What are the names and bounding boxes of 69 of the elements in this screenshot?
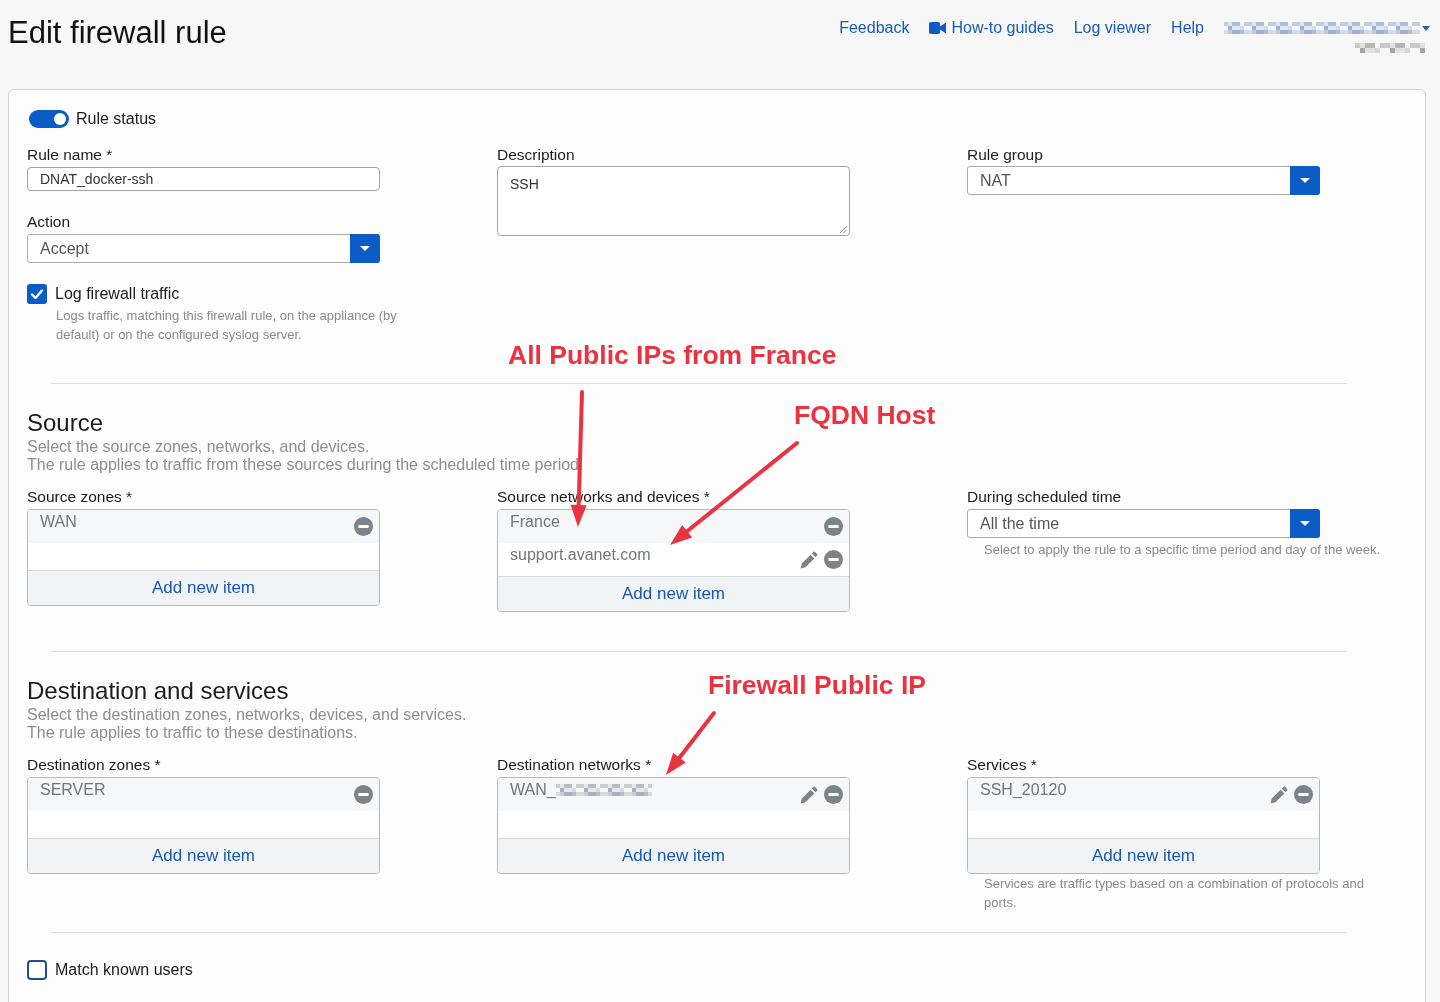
item-text: support.avanet.com bbox=[510, 545, 651, 565]
add-item-button[interactable]: Add new item bbox=[28, 570, 379, 605]
caret-down-icon[interactable] bbox=[1422, 25, 1430, 31]
toggle-switch[interactable] bbox=[29, 110, 69, 128]
minus-circle-icon[interactable] bbox=[824, 785, 843, 804]
minus-circle-icon[interactable] bbox=[354, 517, 373, 536]
header-link[interactable]: Help bbox=[1171, 18, 1204, 38]
field-label: During scheduled time bbox=[967, 487, 1122, 507]
minus-circle-icon[interactable] bbox=[354, 785, 373, 804]
list-row[interactable]: SSH_20120 bbox=[968, 778, 1319, 811]
section-description: The rule applies to traffic to these destinations. bbox=[27, 724, 358, 742]
select-field[interactable]: NAT bbox=[967, 166, 1320, 195]
field-label: Rule name * bbox=[27, 145, 113, 165]
page-title: Edit firewall rule bbox=[7, 14, 227, 51]
header-link[interactable]: How-to guides bbox=[929, 18, 1054, 38]
field-label: Description bbox=[497, 145, 575, 165]
caret-down-icon[interactable] bbox=[1290, 509, 1320, 538]
field-label: Services * bbox=[967, 755, 1037, 775]
list-row[interactable]: France bbox=[498, 510, 849, 543]
resize-grip-icon[interactable] bbox=[839, 225, 847, 233]
text-area-field[interactable]: SSH bbox=[497, 166, 850, 236]
annotation-arrow bbox=[666, 711, 716, 775]
field-label: Rule group bbox=[967, 145, 1043, 165]
hint-text: Services are traffic types based on a combination of protocols and ports. bbox=[984, 875, 1365, 912]
caret-down-icon[interactable] bbox=[350, 234, 380, 263]
annotation-text: Firewall Public IP bbox=[708, 669, 926, 701]
item-text: WAN bbox=[40, 512, 77, 532]
pencil-icon[interactable] bbox=[1270, 785, 1288, 804]
hint-text: Select to apply the rule to a specific time period and day of the week. bbox=[984, 541, 1381, 559]
video-camera-icon bbox=[929, 22, 947, 34]
hint-text: Logs traffic, matching this firewall rule, on the appliance (by default) or on the configured syslog server. bbox=[56, 307, 398, 344]
section-description: Select the source zones, networks, and devices. bbox=[27, 438, 370, 456]
header-link[interactable]: Log viewer bbox=[1073, 18, 1152, 38]
minus-circle-icon[interactable] bbox=[824, 550, 843, 569]
item-text: France bbox=[510, 512, 560, 532]
minus-circle-icon[interactable] bbox=[824, 517, 843, 536]
annotation-text: All Public IPs from France bbox=[508, 339, 837, 371]
checkbox[interactable] bbox=[27, 960, 47, 980]
pencil-icon[interactable] bbox=[800, 785, 818, 804]
list-row[interactable]: WAN_ bbox=[498, 778, 849, 811]
field-label: Destination networks * bbox=[497, 755, 652, 775]
list-row[interactable]: SERVER bbox=[28, 778, 379, 811]
section-heading: Destination and services bbox=[27, 677, 289, 705]
section-heading: Source bbox=[27, 409, 104, 437]
checkbox-label: Log firewall traffic bbox=[55, 284, 180, 304]
minus-circle-icon[interactable] bbox=[1294, 785, 1313, 804]
field-label: Source zones * bbox=[27, 487, 133, 507]
field-label: Action bbox=[27, 212, 71, 232]
checkbox-label: Match known users bbox=[55, 960, 193, 980]
select-field[interactable]: Accept bbox=[27, 234, 380, 263]
text-field[interactable]: DNAT_docker-ssh bbox=[27, 167, 380, 191]
select-field[interactable]: All the time bbox=[967, 509, 1320, 538]
pencil-icon[interactable] bbox=[800, 550, 818, 569]
item-text: WAN_ bbox=[510, 780, 556, 800]
annotation-text: FQDN Host bbox=[794, 399, 936, 431]
add-item-button[interactable]: Add new item bbox=[28, 838, 379, 873]
caret-down-icon[interactable] bbox=[1290, 166, 1320, 195]
checkbox[interactable] bbox=[27, 284, 47, 304]
toggle-label: Rule status bbox=[76, 109, 157, 129]
item-text: SERVER bbox=[40, 780, 106, 800]
pixelated-text-block bbox=[1355, 43, 1425, 53]
item-text: SSH_20120 bbox=[980, 780, 1067, 800]
header-link[interactable]: Feedback bbox=[839, 18, 910, 38]
section-description: Select the destination zones, networks, devices, and services. bbox=[27, 706, 467, 724]
add-item-button[interactable]: Add new item bbox=[968, 838, 1319, 873]
field-label: Destination zones * bbox=[27, 755, 161, 775]
list-row[interactable]: WAN bbox=[28, 510, 379, 543]
add-item-button[interactable]: Add new item bbox=[498, 838, 849, 873]
add-item-button[interactable]: Add new item bbox=[498, 576, 849, 611]
